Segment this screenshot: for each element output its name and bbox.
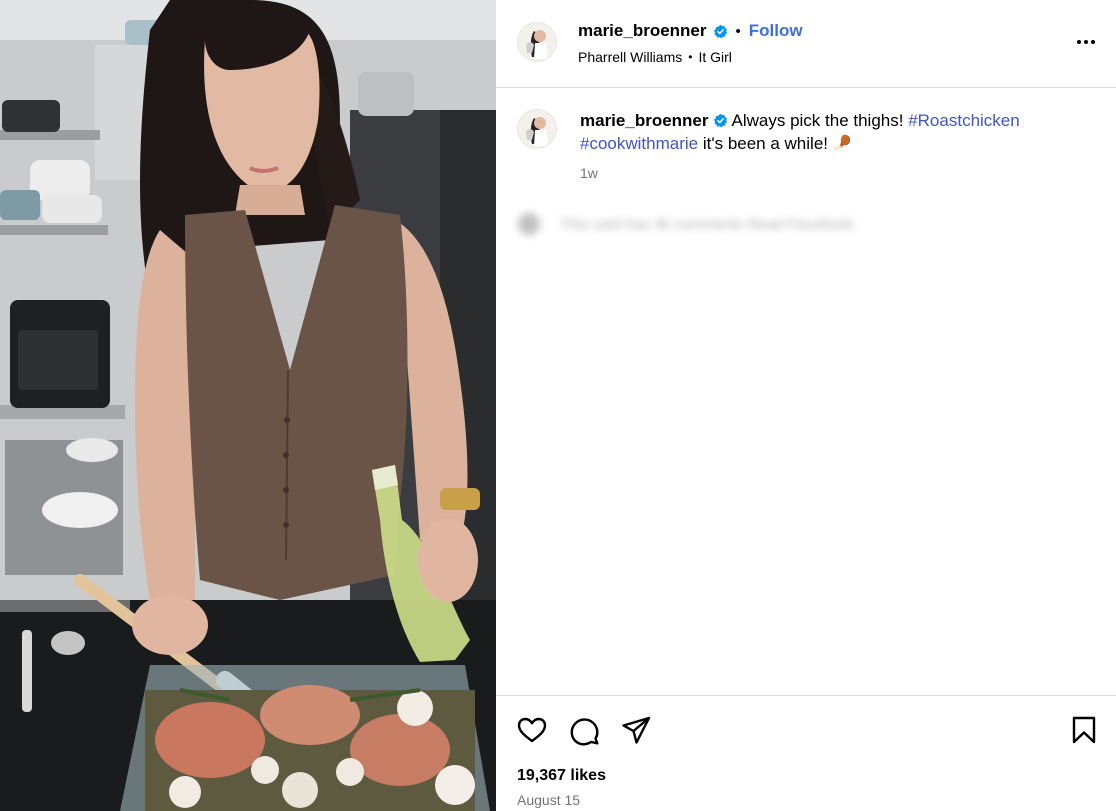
post-header: marie_broenner • Follow Pharrell William…	[496, 0, 1116, 88]
verified-badge-icon	[713, 24, 727, 38]
comment-icon[interactable]	[568, 714, 600, 746]
audio-line: Pharrell Williams • It Girl	[578, 49, 732, 65]
caption-body-start: Always pick the thighs!	[731, 111, 904, 130]
audio-track-link[interactable]: It Girl	[698, 49, 731, 65]
action-icons	[516, 714, 652, 746]
audio-separator: •	[688, 50, 693, 64]
caption-avatar[interactable]	[517, 109, 557, 149]
post-actions-area: 19,367 likes August 15	[496, 695, 1116, 811]
username-link[interactable]: marie_broenner	[578, 21, 707, 41]
more-horizontal-icon	[1077, 40, 1081, 44]
blurred-notice-icon	[518, 213, 540, 235]
avatar-image	[518, 110, 556, 148]
hashtag-roastchicken[interactable]: #Roastchicken	[908, 111, 1020, 130]
heart-icon[interactable]	[516, 714, 548, 746]
cooking-video-frame	[0, 0, 496, 811]
follow-button[interactable]: Follow	[749, 21, 803, 41]
bookmark-icon[interactable]	[1068, 714, 1100, 746]
blurred-notice: This card has 3k comments Read Facebook	[518, 209, 938, 239]
avatar-image	[518, 23, 556, 61]
comments-section[interactable]: marie_broenner Always pick the thighs! #…	[496, 89, 1116, 694]
caption-text: marie_broenner Always pick the thighs! #…	[580, 109, 1070, 155]
header-separator: •	[735, 22, 741, 40]
likes-count[interactable]: 19,367 likes	[517, 767, 606, 785]
caption-timestamp[interactable]: 1w	[580, 165, 598, 181]
share-icon[interactable]	[620, 714, 652, 746]
poultry-leg-icon	[833, 134, 851, 152]
blurred-notice-text: This card has 3k comments Read Facebook	[560, 215, 854, 233]
avatar[interactable]	[517, 22, 557, 62]
more-horizontal-icon	[1084, 40, 1088, 44]
header-user-line: marie_broenner • Follow	[578, 21, 803, 41]
post-side-panel: marie_broenner • Follow Pharrell William…	[496, 0, 1116, 811]
audio-artist-link[interactable]: Pharrell Williams	[578, 49, 682, 65]
more-options-button[interactable]	[1074, 30, 1098, 54]
post-date[interactable]: August 15	[517, 792, 580, 808]
hashtag-cookwithmarie[interactable]: #cookwithmarie	[580, 134, 698, 153]
post-media[interactable]	[0, 0, 496, 811]
caption-username-link[interactable]: marie_broenner	[580, 111, 709, 130]
verified-badge-icon	[713, 113, 727, 128]
caption-body-end: it's been a while!	[702, 134, 828, 153]
more-horizontal-icon	[1091, 40, 1095, 44]
